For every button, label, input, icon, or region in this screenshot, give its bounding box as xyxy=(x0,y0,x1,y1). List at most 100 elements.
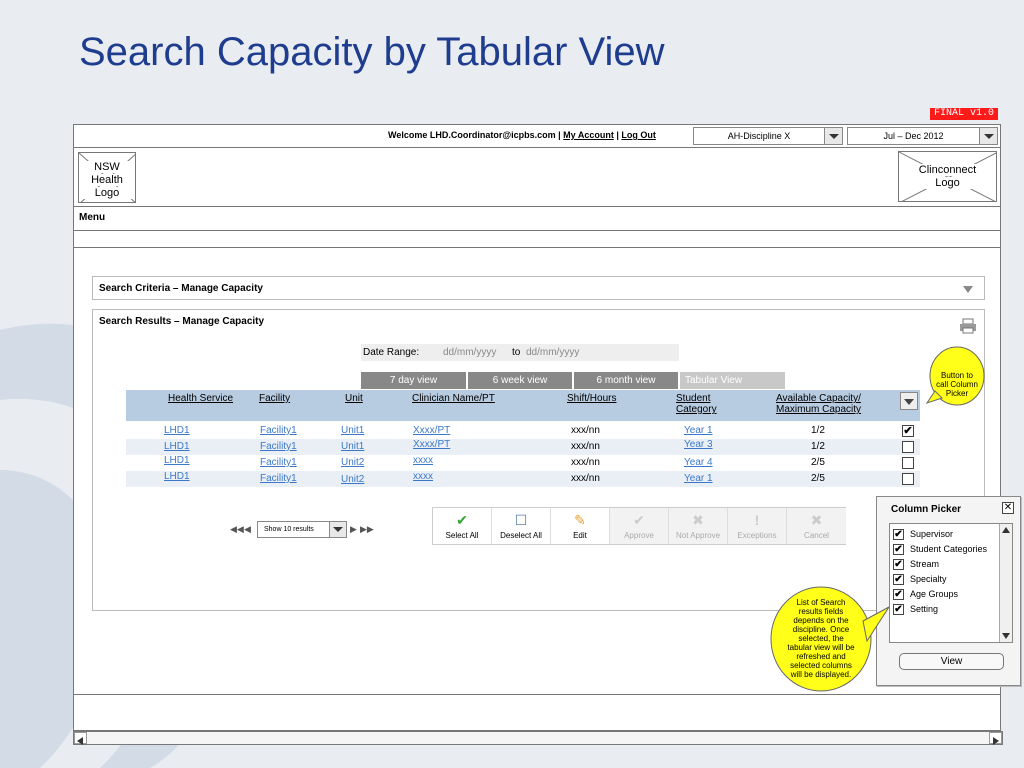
cell-clinician[interactable]: xxxx xyxy=(413,471,433,482)
table-row[interactable]: LHD1 Facility1 Unit2 xxxx xxx/nn Year 1 … xyxy=(126,471,920,487)
cancel-button[interactable]: ✖ Cancel xyxy=(787,508,846,544)
chevron-down-icon[interactable] xyxy=(979,128,997,144)
cell-student-category[interactable]: Year 4 xyxy=(684,457,713,468)
expand-icon[interactable] xyxy=(963,286,973,293)
scroll-left-icon[interactable] xyxy=(74,732,87,745)
prev-page-button[interactable]: ◀ xyxy=(244,524,251,535)
column-health-service[interactable]: Health Service xyxy=(168,393,233,404)
version-badge: FINAL v1.0 xyxy=(930,108,998,120)
column-shift-hours[interactable]: Shift/Hours xyxy=(567,393,616,404)
row-checkbox[interactable] xyxy=(902,441,914,453)
cell-clinician[interactable]: Xxxx/PT xyxy=(413,425,450,436)
column-option-stream[interactable]: ✔ Stream xyxy=(893,559,940,571)
cell-facility[interactable]: Facility1 xyxy=(260,425,297,436)
column-facility[interactable]: Facility xyxy=(259,393,290,404)
row-checkbox[interactable]: ✔ xyxy=(902,425,914,437)
divider xyxy=(74,247,1000,248)
tab-tabular-view[interactable]: Tabular View xyxy=(680,372,785,389)
date-to-label: to xyxy=(512,347,521,358)
column-category[interactable]: Category xyxy=(676,404,717,415)
table-row[interactable]: LHD1 Facility1 Unit1 Xxxx/PT xxx/nn Year… xyxy=(126,439,920,455)
scroll-down-icon[interactable] xyxy=(1001,632,1011,640)
cell-capacity: 1/2 xyxy=(811,425,825,436)
horizontal-scrollbar[interactable] xyxy=(73,731,1003,745)
log-out-link[interactable]: Log Out xyxy=(621,130,656,140)
note-line: discipline. Once xyxy=(792,625,850,634)
cell-unit[interactable]: Unit1 xyxy=(341,441,364,452)
chevron-down-icon[interactable] xyxy=(824,128,842,144)
next-page-button[interactable]: ▶ xyxy=(350,524,357,535)
edit-button[interactable]: ✎ Edit xyxy=(551,508,610,544)
column-student[interactable]: Student xyxy=(676,393,710,404)
column-unit[interactable]: Unit xyxy=(345,393,363,404)
column-option-age-groups[interactable]: ✔ Age Groups xyxy=(893,589,958,601)
date-to-input[interactable]: dd/mm/yyyy xyxy=(526,347,579,358)
column-clinician[interactable]: Clinician Name/PT xyxy=(412,393,495,404)
deselect-all-button[interactable]: ☐ Deselect All xyxy=(492,508,551,544)
cell-unit[interactable]: Unit2 xyxy=(341,457,364,468)
row-checkbox[interactable] xyxy=(902,457,914,469)
cell-shift: xxx/nn xyxy=(571,441,600,452)
period-select[interactable]: Jul – Dec 2012 xyxy=(847,127,998,145)
cell-capacity: 2/5 xyxy=(811,457,825,468)
table-row[interactable]: LHD1 Facility1 Unit2 xxxx xxx/nn Year 4 … xyxy=(126,455,920,471)
close-icon[interactable]: ✕ xyxy=(1002,502,1014,514)
option-checkbox[interactable]: ✔ xyxy=(893,529,904,541)
scroll-right-icon[interactable] xyxy=(989,732,1002,745)
cell-health-service[interactable]: LHD1 xyxy=(164,441,190,452)
cell-health-service[interactable]: LHD1 xyxy=(164,455,190,466)
cell-student-category[interactable]: Year 3 xyxy=(684,439,713,450)
not-approve-button[interactable]: ✖ Not Approve xyxy=(669,508,728,544)
cell-health-service[interactable]: LHD1 xyxy=(164,425,190,436)
column-maximum-capacity[interactable]: Maximum Capacity xyxy=(776,404,861,415)
option-checkbox[interactable]: ✔ xyxy=(893,589,904,601)
cell-clinician[interactable]: xxxx xyxy=(413,455,433,466)
option-checkbox[interactable]: ✔ xyxy=(893,544,904,556)
approve-button[interactable]: ✔ Approve xyxy=(610,508,669,544)
chevron-down-icon[interactable] xyxy=(329,522,346,537)
note-line: will be displayed. xyxy=(790,670,852,679)
check-icon: ✔ xyxy=(633,512,645,528)
cell-facility[interactable]: Facility1 xyxy=(260,457,297,468)
cell-unit[interactable]: Unit2 xyxy=(341,474,364,485)
logo-text: NSW xyxy=(79,161,135,173)
column-option-specialty[interactable]: ✔ Specialty xyxy=(893,574,947,586)
cell-clinician[interactable]: Xxxx/PT xyxy=(413,439,450,450)
last-page-button[interactable]: ▶▶ xyxy=(360,524,374,535)
row-checkbox[interactable] xyxy=(902,473,914,485)
menu-button[interactable]: Menu xyxy=(79,212,105,223)
tab-6-month-view[interactable]: 6 month view xyxy=(574,372,678,389)
print-icon[interactable] xyxy=(959,318,977,334)
select-all-button[interactable]: ✔ Select All xyxy=(433,508,492,544)
page-size-select[interactable]: Show 10 results xyxy=(257,521,347,538)
exceptions-button[interactable]: ! Exceptions xyxy=(728,508,787,544)
column-option-setting[interactable]: ✔ Setting xyxy=(893,604,938,616)
discipline-select[interactable]: AH-Discipline X xyxy=(693,127,843,145)
cell-student-category[interactable]: Year 1 xyxy=(684,473,713,484)
cell-facility[interactable]: Facility1 xyxy=(260,441,297,452)
tab-7-day-view[interactable]: 7 day view xyxy=(361,372,466,389)
exclamation-icon: ! xyxy=(754,512,760,528)
first-page-button[interactable]: ◀◀ xyxy=(230,524,244,535)
cell-facility[interactable]: Facility1 xyxy=(260,473,297,484)
option-checkbox[interactable]: ✔ xyxy=(893,574,904,586)
column-available-capacity[interactable]: Available Capacity/ xyxy=(776,393,861,404)
tab-6-week-view[interactable]: 6 week view xyxy=(468,372,572,389)
picker-scrollbar[interactable] xyxy=(999,524,1012,642)
option-label: Stream xyxy=(910,559,940,569)
scroll-up-icon[interactable] xyxy=(1001,526,1011,534)
table-row[interactable]: LHD1 Facility1 Unit1 Xxxx/PT xxx/nn Year… xyxy=(126,423,920,439)
option-checkbox[interactable]: ✔ xyxy=(893,604,904,616)
view-button[interactable]: View xyxy=(899,653,1004,670)
note-line: List of Search xyxy=(796,598,846,607)
column-option-student-categories[interactable]: ✔ Student Categories xyxy=(893,544,987,556)
option-checkbox[interactable]: ✔ xyxy=(893,559,904,571)
search-criteria-panel[interactable]: Search Criteria – Manage Capacity xyxy=(92,276,985,300)
cell-health-service[interactable]: LHD1 xyxy=(164,471,190,482)
my-account-link[interactable]: My Account xyxy=(563,130,614,140)
search-criteria-title: Search Criteria – Manage Capacity xyxy=(99,283,263,294)
cell-unit[interactable]: Unit1 xyxy=(341,425,364,436)
column-option-supervisor[interactable]: ✔ Supervisor xyxy=(893,529,953,541)
cell-student-category[interactable]: Year 1 xyxy=(684,425,713,436)
date-from-input[interactable]: dd/mm/yyyy xyxy=(443,347,496,358)
